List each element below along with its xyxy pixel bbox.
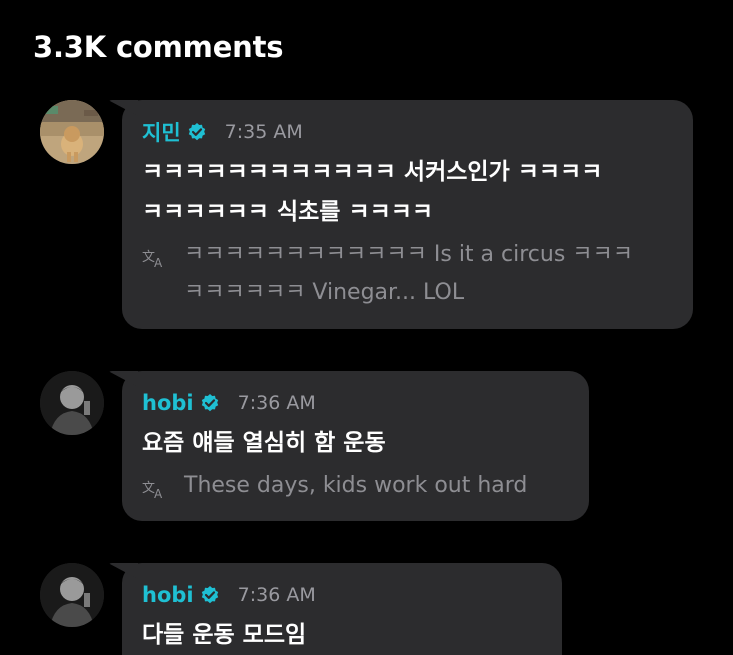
- svg-text:A: A: [154, 256, 163, 269]
- comments-page: 3.3K comments 지민 7:35 AM ㅋㅋㅋㅋㅋㅋㅋㅋㅋㅋㅋㅋ 서커…: [0, 0, 733, 655]
- translation-text: These days, kids work out hard: [184, 473, 528, 498]
- comment-author[interactable]: hobi: [142, 391, 194, 415]
- comment-meta: hobi 7:36 AM: [142, 581, 540, 609]
- dog-avatar-icon: [40, 100, 104, 164]
- avatar[interactable]: [40, 563, 104, 627]
- comment-text: 요즘 얘들 열심히 함 운동: [142, 430, 386, 456]
- translate-icon: 文 A: [142, 244, 168, 270]
- avatar[interactable]: [40, 371, 104, 435]
- comment-text: 다들 운동 모드임: [142, 622, 307, 648]
- translate-icon: 文 A: [142, 475, 168, 501]
- comment-bubble: 지민 7:35 AM ㅋㅋㅋㅋㅋㅋㅋㅋㅋㅋㅋㅋ 서커스인가 ㅋㅋㅋㅋ ㅋㅋㅋㅋㅋ…: [122, 100, 693, 329]
- comments-count-title: 3.3K comments: [33, 30, 284, 64]
- comment-meta: 지민 7:35 AM: [142, 118, 671, 146]
- verified-badge-icon: [200, 585, 220, 605]
- comment-translation: 文 A ㅋㅋㅋㅋㅋㅋㅋㅋㅋㅋㅋㅋ Is it a circus ㅋㅋㅋ ㅋㅋㅋㅋ…: [142, 236, 671, 312]
- verified-badge-icon: [187, 122, 207, 142]
- comment-translation: 文 A These days, kids work out hard: [142, 467, 567, 505]
- comment-bubble: hobi 7:36 AM 요즘 얘들 열심히 함 운동 文 A These da…: [122, 371, 589, 521]
- person-avatar-icon: [40, 563, 104, 627]
- comment-bubble: hobi 7:36 AM 다들 운동 모드임: [122, 563, 562, 655]
- comment-time: 7:36 AM: [237, 392, 316, 414]
- comment-author[interactable]: hobi: [142, 583, 194, 607]
- avatar[interactable]: [40, 100, 104, 164]
- person-avatar-icon: [40, 371, 104, 435]
- translation-text: ㅋㅋㅋㅋㅋㅋㅋㅋㅋㅋㅋㅋ Is it a circus ㅋㅋㅋ ㅋㅋㅋㅋㅋㅋ V…: [184, 242, 634, 305]
- svg-text:A: A: [154, 487, 163, 500]
- comment-author[interactable]: 지민: [142, 117, 181, 147]
- comment-text: ㅋㅋㅋㅋㅋㅋㅋㅋㅋㅋㅋㅋ 서커스인가 ㅋㅋㅋㅋ ㅋㅋㅋㅋㅋㅋ 식초를 ㅋㅋㅋㅋ: [142, 159, 603, 225]
- comment-time: 7:35 AM: [224, 121, 303, 143]
- verified-badge-icon: [200, 393, 220, 413]
- comment-meta: hobi 7:36 AM: [142, 389, 567, 417]
- comment-time: 7:36 AM: [237, 584, 316, 606]
